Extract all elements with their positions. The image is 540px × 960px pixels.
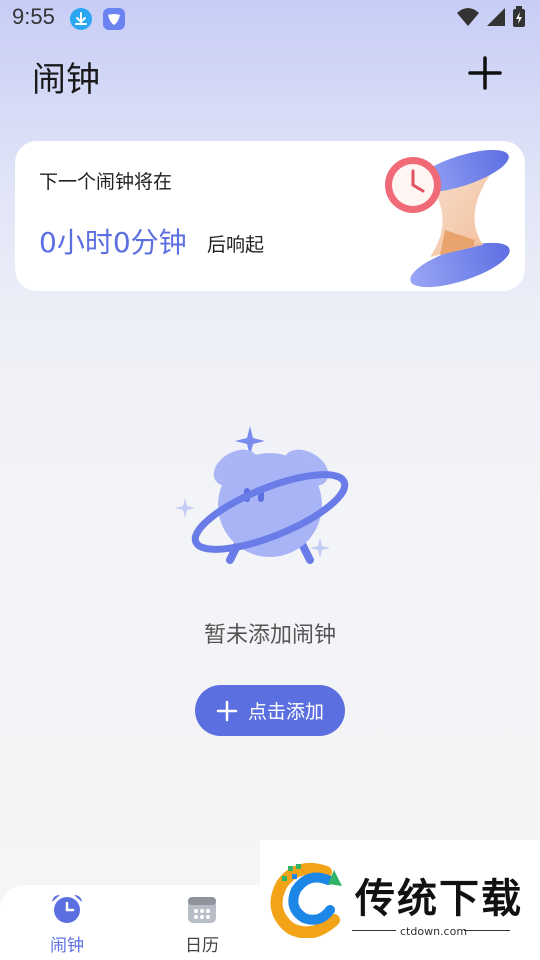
empty-state-message: 暂未添加闹钟 [203,623,336,648]
divider [352,930,396,931]
status-indicators [456,6,526,28]
signal-icon [487,8,505,26]
empty-alarm-illustration [145,426,395,590]
nav-item-calendar[interactable]: 日历 [162,893,242,956]
page-title: 闹钟 [32,60,100,100]
app-notification-icon [103,8,125,30]
calendar-icon [188,897,216,923]
add-alarm-button-label: 点击添加 [247,701,324,723]
watermark-text: 传统下载 [355,876,523,922]
next-alarm-label: 下一个闹钟将在 [39,171,173,193]
watermark-url: ctdown.com [400,925,468,938]
watermark: 传统下载 ctdown.com [260,840,540,960]
next-alarm-card: 下一个闹钟将在 0小时0分钟 后响起 [15,141,525,291]
download-icon [70,8,92,30]
status-bar: 9:55 [0,0,540,36]
status-time: 9:55 [12,4,55,29]
nav-item-alarm[interactable]: 闹钟 [27,893,107,956]
wifi-icon [457,8,479,26]
nav-item-label: 闹钟 [50,936,84,956]
add-alarm-button[interactable]: 点击添加 [195,685,345,736]
add-alarm-icon-button[interactable] [466,54,504,92]
plus-icon [468,56,502,90]
countdown-value: 0小时0分钟 [39,226,187,259]
alarm-clock-icon [52,895,82,923]
divider [464,930,510,931]
ctdown-logo-icon [270,863,342,938]
countdown-suffix: 后响起 [207,234,265,256]
battery-icon [513,6,525,27]
nav-item-label: 日历 [185,936,219,956]
hourglass-clock-icon [385,149,510,288]
plus-icon [216,700,238,721]
